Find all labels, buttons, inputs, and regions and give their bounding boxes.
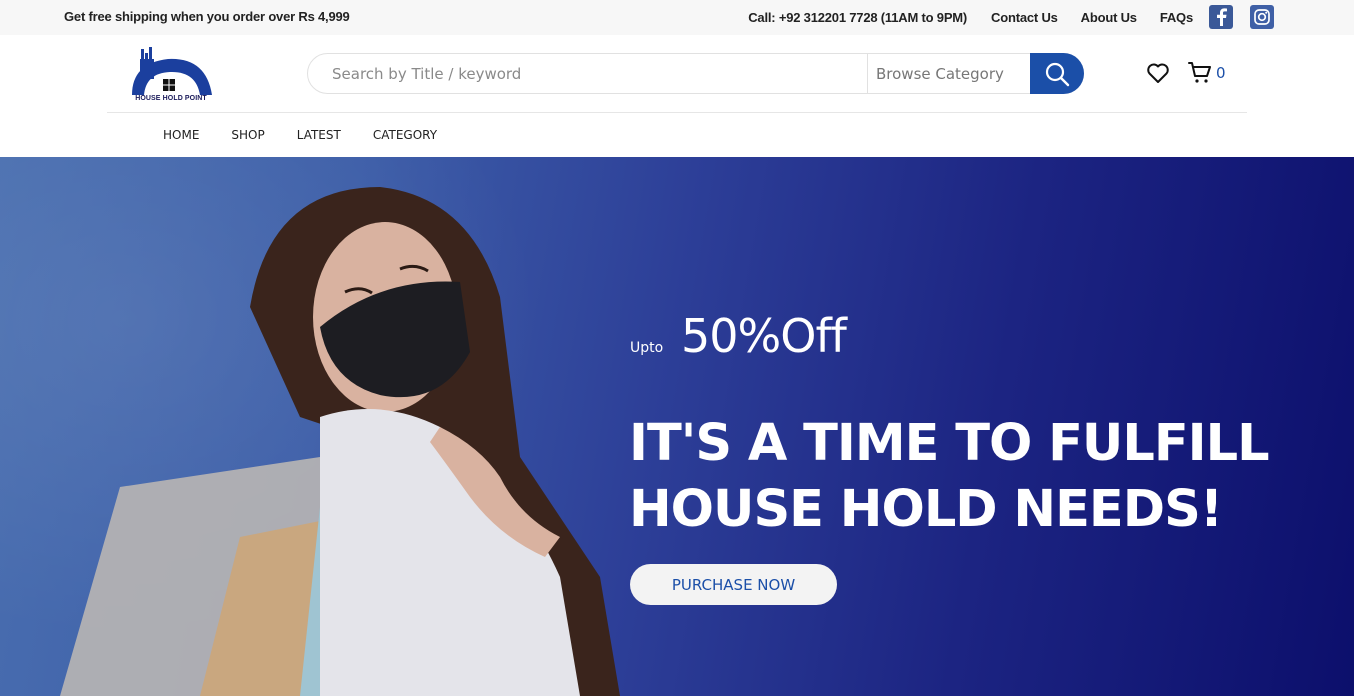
cart-count: 0: [1216, 64, 1226, 82]
contact-us-link[interactable]: Contact Us: [991, 10, 1058, 25]
hero-headline-line-2: HOUSE HOLD NEEDS!: [629, 480, 1223, 539]
site-logo[interactable]: HOUSE HOLD POINT: [128, 45, 214, 105]
nav-item-latest[interactable]: LATEST: [297, 128, 341, 142]
search-bar: Browse Category: [307, 53, 1084, 94]
heart-icon: [1147, 63, 1169, 83]
browse-category-select[interactable]: Browse Category: [867, 54, 1031, 93]
hero-upto-label: Upto: [630, 340, 664, 356]
hero-banner: Upto 50%Off IT'S A TIME TO FULFILL HOUSE…: [0, 157, 1354, 696]
faqs-link[interactable]: FAQs: [1160, 10, 1193, 25]
search-button[interactable]: [1030, 53, 1084, 94]
main-nav: HOME SHOP LATEST CATEGORY: [163, 128, 469, 142]
hero-discount: 50%Off: [681, 309, 847, 363]
facebook-icon[interactable]: [1209, 5, 1233, 29]
hero-shopper-image: [60, 187, 620, 696]
instagram-icon[interactable]: [1250, 5, 1274, 29]
about-us-link[interactable]: About Us: [1081, 10, 1137, 25]
logo-text: HOUSE HOLD POINT: [135, 95, 207, 102]
hero-headline-line-1: IT'S A TIME TO FULFILL: [629, 414, 1270, 473]
nav-item-category[interactable]: CATEGORY: [373, 128, 437, 142]
top-bar-right: Call: +92 312201 7728 (11AM to 9PM) Cont…: [748, 3, 1274, 31]
nav-item-shop[interactable]: SHOP: [231, 128, 264, 142]
header-divider: [107, 112, 1247, 113]
call-info: Call: +92 312201 7728 (11AM to 9PM): [748, 9, 968, 25]
cart-button[interactable]: 0: [1188, 61, 1226, 85]
purchase-now-button[interactable]: PURCHASE NOW: [630, 564, 837, 605]
search-input[interactable]: [332, 63, 852, 85]
search-icon: [1045, 62, 1070, 86]
nav-item-home[interactable]: HOME: [163, 128, 199, 142]
top-bar: Get free shipping when you order over Rs…: [0, 0, 1354, 35]
hero-headline: IT'S A TIME TO FULFILL HOUSE HOLD NEEDS!: [629, 411, 1329, 543]
wishlist-button[interactable]: [1146, 62, 1170, 84]
site-header: HOUSE HOLD POINT Browse Category 0 HOME …: [0, 35, 1354, 157]
free-shipping-promo: Get free shipping when you order over Rs…: [64, 9, 350, 24]
cart-icon: [1188, 62, 1211, 83]
